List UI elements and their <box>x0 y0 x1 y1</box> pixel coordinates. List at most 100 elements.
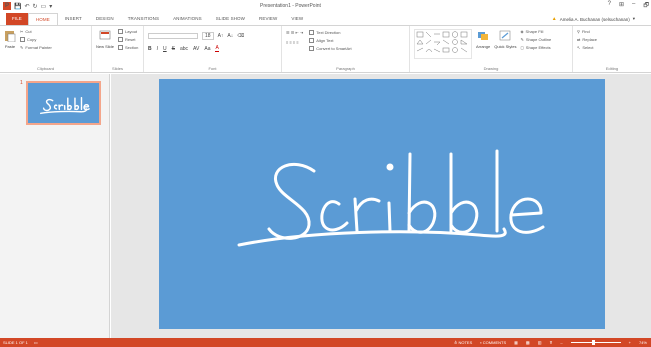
shrink-font-icon[interactable]: A↓ <box>227 33 233 39</box>
slide-canvas[interactable] <box>159 79 605 329</box>
comments-button[interactable]: ▪ COMMENTS <box>480 340 506 345</box>
editing-group-label: Editing <box>605 66 619 71</box>
smartart-icon <box>309 46 315 51</box>
quick-styles-icon <box>500 30 511 41</box>
find-button[interactable]: ⚲ Find <box>577 29 597 34</box>
zoom-out-icon[interactable]: – <box>560 340 562 345</box>
new-slide-button[interactable]: New Slide <box>96 29 114 50</box>
replace-label: Replace <box>582 37 598 42</box>
tab-file[interactable]: FILE <box>6 13 28 25</box>
shape-outline-button[interactable]: ✎ Shape Outline <box>520 37 551 42</box>
bold-button[interactable]: B <box>148 46 152 52</box>
cut-button[interactable]: ✂ Cut <box>20 29 52 34</box>
zoom-in-icon[interactable]: + <box>629 340 631 345</box>
reset-button[interactable]: Reset <box>118 37 138 42</box>
align-text-button[interactable]: Align Text <box>309 38 351 43</box>
start-slideshow-icon[interactable]: ▭ <box>41 3 47 10</box>
bullets-icon[interactable]: ☰ ☰ ⇤ ⇥ <box>286 30 303 35</box>
quick-styles-button[interactable]: Quick Styles <box>494 29 516 59</box>
slide-thumbnails-panel: 1 <box>0 74 110 338</box>
tab-insert[interactable]: INSERT <box>58 13 89 25</box>
redo-icon[interactable]: ↻ <box>33 3 38 10</box>
layout-button[interactable]: Layout <box>118 29 138 34</box>
section-label: Section <box>125 45 139 50</box>
align-text-icon <box>309 38 315 43</box>
underline-button[interactable]: U <box>163 46 167 52</box>
section-button[interactable]: Section <box>118 45 138 50</box>
user-name: Amelia A. Buchanan (selsuchanan) <box>559 16 630 22</box>
reset-icon <box>118 37 124 42</box>
arrange-label: Arrange <box>476 44 491 49</box>
layout-label: Layout <box>125 29 138 34</box>
align-icons[interactable]: ≡ ≡ ≡ ≡ <box>286 40 303 45</box>
zoom-level[interactable]: 74% <box>639 340 647 345</box>
clear-formatting-icon[interactable]: ⌫ <box>237 33 244 39</box>
powerpoint-logo-icon: P <box>3 2 11 10</box>
ribbon-display-options-icon[interactable]: ⊞ <box>619 1 624 11</box>
tab-slide-show[interactable]: SLIDE SHOW <box>209 13 252 25</box>
font-size-dropdown[interactable]: 18 <box>202 32 214 40</box>
paste-button[interactable]: Paste <box>4 29 16 50</box>
user-account[interactable]: ▲ Amelia A. Buchanan (selsuchanan) ▾ <box>552 16 635 22</box>
replace-button[interactable]: ⇄ Replace <box>577 37 597 42</box>
text-direction-button[interactable]: Text Direction <box>309 30 351 35</box>
slideshow-view-icon[interactable]: ⊽ <box>549 340 552 345</box>
zoom-slider-knob[interactable] <box>591 340 595 345</box>
notes-label: NOTES <box>458 340 473 345</box>
restore-icon[interactable]: 🗗 <box>643 1 649 11</box>
format-painter-label: Format Painter <box>25 45 52 50</box>
slide-number: 1 <box>20 80 23 86</box>
tab-animations[interactable]: ANIMATIONS <box>166 13 209 25</box>
reset-label: Reset <box>125 37 136 42</box>
scribble-drawing <box>237 149 545 247</box>
smartart-button[interactable]: Convert to SmartArt <box>309 46 352 51</box>
copy-icon <box>20 37 25 42</box>
cursor-icon: ↖ <box>577 45 581 50</box>
thumbnail-scribble-drawing <box>40 97 90 115</box>
scissors-icon: ✂ <box>20 29 24 34</box>
shape-effects-label: Shape Effects <box>525 45 551 50</box>
slides-group-label: Slides <box>112 66 123 71</box>
normal-view-icon[interactable]: ▦ <box>514 340 518 345</box>
effects-icon: ◻ <box>520 45 524 50</box>
minimize-icon[interactable]: – <box>632 1 635 11</box>
copy-button[interactable]: Copy <box>20 37 52 42</box>
tab-transitions[interactable]: TRANSITIONS <box>121 13 166 25</box>
select-label: Select <box>582 45 594 50</box>
zoom-slider[interactable] <box>570 340 621 345</box>
character-spacing-button[interactable]: AV <box>193 46 199 52</box>
undo-icon[interactable]: ↶ <box>24 3 29 10</box>
text-direction-icon <box>309 30 315 35</box>
font-name-dropdown[interactable] <box>148 33 198 39</box>
slide-thumbnail[interactable] <box>26 81 101 125</box>
tab-home[interactable]: HOME <box>27 13 58 25</box>
shape-effects-button[interactable]: ◻ Shape Effects <box>520 45 551 50</box>
shadow-button[interactable]: abc <box>180 46 188 52</box>
shapes-gallery[interactable] <box>414 29 472 59</box>
help-icon[interactable]: ? <box>608 1 611 11</box>
strikethrough-button[interactable]: S <box>172 46 175 52</box>
italic-button[interactable]: I <box>157 46 158 52</box>
notes-button[interactable]: ≙ NOTES <box>454 340 472 345</box>
spell-check-icon[interactable]: ▭ <box>34 340 38 345</box>
grow-font-icon[interactable]: A↑ <box>218 33 224 39</box>
slide-sorter-icon[interactable]: ▩ <box>526 340 530 345</box>
align-text-label: Align Text <box>316 38 334 43</box>
shape-fill-button[interactable]: ◈ Shape Fill <box>520 29 551 34</box>
quick-styles-label: Quick Styles <box>494 44 517 49</box>
copy-label: Copy <box>27 37 37 42</box>
slide-count: SLIDE 1 OF 1 <box>3 340 28 345</box>
change-case-button[interactable]: Aa <box>204 46 210 52</box>
customize-qat-icon[interactable]: ▾ <box>49 3 52 10</box>
save-icon[interactable]: 💾 <box>14 3 21 10</box>
font-color-button[interactable]: A <box>215 45 219 52</box>
clipboard-group: Paste ✂ Cut Copy ✎ Format Painter Clipboar… <box>0 26 92 72</box>
tab-design[interactable]: DESIGN <box>89 13 121 25</box>
reading-view-icon[interactable]: ▥ <box>538 340 542 345</box>
arrange-button[interactable]: Arrange <box>476 29 490 59</box>
tab-view[interactable]: VIEW <box>284 13 310 25</box>
format-painter-button[interactable]: ✎ Format Painter <box>20 45 52 50</box>
comments-label: COMMENTS <box>482 340 507 345</box>
select-button[interactable]: ↖ Select <box>577 45 597 50</box>
tab-review[interactable]: REVIEW <box>252 13 284 25</box>
